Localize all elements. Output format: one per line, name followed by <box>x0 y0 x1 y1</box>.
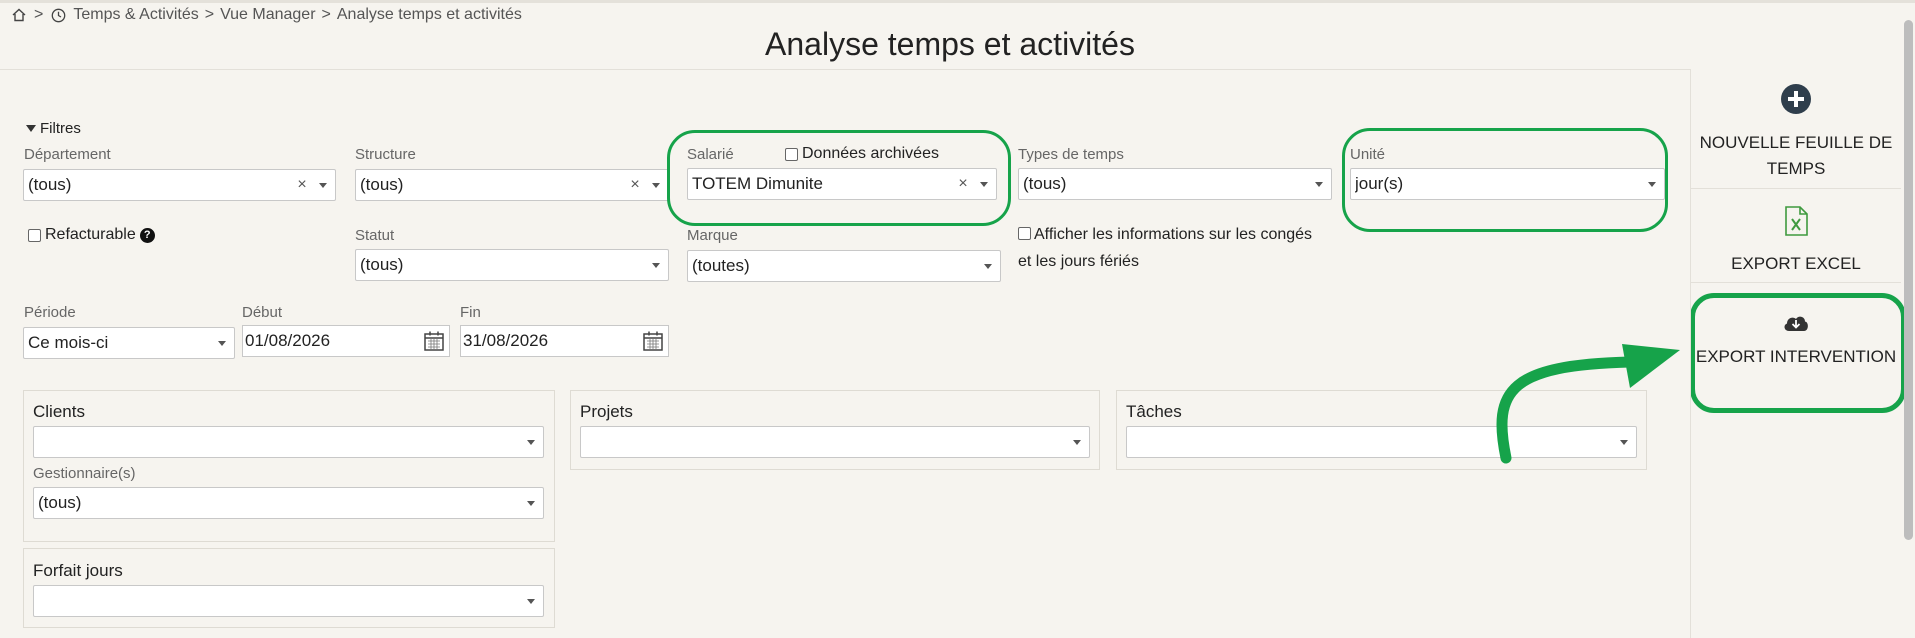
departement-label: Département <box>24 146 111 163</box>
breadcrumb-item-current: Analyse temps et activités <box>336 6 522 23</box>
taches-title: Tâches <box>1126 402 1182 421</box>
calendar-icon[interactable] <box>642 330 664 352</box>
chevron-down-icon <box>1315 181 1323 187</box>
chevron-down-icon <box>527 439 535 445</box>
export-excel-label: EXPORT EXCEL <box>1731 254 1861 273</box>
gestionnaires-value: (tous) <box>38 493 82 512</box>
marque-value: (toutes) <box>692 256 750 275</box>
calendar-icon[interactable] <box>423 330 445 352</box>
structure-label: Structure <box>355 146 416 163</box>
conges-label: Afficher les informations sur les congés… <box>1018 226 1313 270</box>
types-temps-value: (tous) <box>1023 174 1067 193</box>
chevron-down-icon <box>1073 439 1081 445</box>
structure-value: (tous) <box>360 175 404 194</box>
marque-select[interactable]: (toutes) <box>687 250 1001 282</box>
breadcrumb-item-temps-activites[interactable]: Temps & Activités <box>73 6 198 24</box>
forfait-select[interactable] <box>33 585 544 617</box>
debut-label: Début <box>242 304 283 321</box>
export-excel-button[interactable]: EXPORT EXCEL <box>1691 206 1901 277</box>
clients-select[interactable] <box>33 426 544 458</box>
filters-toggle-label: Filtres <box>40 120 81 137</box>
scrollbar[interactable] <box>1904 20 1913 540</box>
breadcrumb-item-vue-manager[interactable]: Vue Manager <box>220 6 315 24</box>
header-divider <box>0 69 1690 70</box>
gestionnaires-select[interactable]: (tous) <box>33 487 544 519</box>
chevron-down-icon <box>527 500 535 506</box>
statut-label: Statut <box>355 227 395 244</box>
excel-icon <box>1785 206 1808 236</box>
chevron-down-icon <box>527 598 535 604</box>
breadcrumb-separator: > <box>34 6 44 23</box>
new-time-sheet-label: NOUVELLE FEUILLE DE TEMPS <box>1699 133 1893 178</box>
projets-title: Projets <box>580 402 633 421</box>
plus-circle-icon <box>1781 84 1811 114</box>
export-intervention-button[interactable]: EXPORT INTERVENTION <box>1691 313 1901 367</box>
projets-select[interactable] <box>580 426 1090 458</box>
statut-value: (tous) <box>360 255 404 274</box>
departement-value: (tous) <box>28 175 72 194</box>
sidebar-divider <box>1691 282 1901 283</box>
breadcrumb-separator: > <box>204 6 215 23</box>
export-intervention-label: EXPORT INTERVENTION <box>1695 347 1897 366</box>
cloud-download-icon <box>1784 316 1808 331</box>
filters-toggle[interactable]: Filtres <box>26 120 81 137</box>
caret-down-icon <box>26 125 36 132</box>
checkbox-box[interactable] <box>1018 227 1031 240</box>
unite-highlight <box>1342 128 1668 232</box>
help-icon[interactable]: ? <box>139 227 155 243</box>
home-icon[interactable] <box>10 6 28 24</box>
checkbox-box[interactable] <box>28 228 41 242</box>
forfait-title: Forfait jours <box>33 561 123 580</box>
sidebar-divider <box>1691 188 1901 189</box>
structure-select[interactable]: (tous) × <box>355 169 669 201</box>
chevron-down-icon <box>984 263 992 269</box>
fin-date-input[interactable]: 31/08/2026 <box>460 325 669 357</box>
types-temps-select[interactable]: (tous) <box>1018 168 1332 200</box>
chevron-down-icon <box>218 340 226 346</box>
fin-value: 31/08/2026 <box>463 331 549 350</box>
chevron-down-icon <box>652 182 660 188</box>
marque-label: Marque <box>687 227 738 244</box>
breadcrumb: > Temps & Activités > Vue Manager > Anal… <box>10 5 522 25</box>
periode-select[interactable]: Ce mois-ci <box>23 327 235 359</box>
chevron-down-icon <box>652 262 660 268</box>
breadcrumb-separator: > <box>321 6 331 23</box>
clear-icon[interactable]: × <box>626 176 644 194</box>
conges-checkbox[interactable]: Afficher les informations sur les congés… <box>1018 221 1318 275</box>
periode-label: Période <box>24 304 76 321</box>
periode-value: Ce mois-ci <box>28 333 109 352</box>
chevron-down-icon <box>319 182 327 188</box>
clock-icon <box>49 6 67 24</box>
fin-label: Fin <box>460 304 481 321</box>
departement-select[interactable]: (tous) × <box>23 169 336 201</box>
statut-select[interactable]: (tous) <box>355 249 669 281</box>
clients-title: Clients <box>33 402 85 421</box>
clear-icon[interactable]: × <box>293 176 311 194</box>
refacturable-label: Refacturable <box>45 226 136 243</box>
debut-date-input[interactable]: 01/08/2026 <box>242 325 450 357</box>
debut-value: 01/08/2026 <box>245 331 331 350</box>
new-time-sheet-button[interactable]: NOUVELLE FEUILLE DE TEMPS <box>1691 83 1901 182</box>
top-border <box>0 0 1915 3</box>
refacturable-checkbox[interactable]: Refacturable ? <box>28 226 155 244</box>
annotation-arrow <box>1496 344 1680 464</box>
page-title: Analyse temps et activités <box>765 26 1135 62</box>
gestionnaires-label: Gestionnaire(s) <box>33 465 136 482</box>
salarie-highlight <box>667 130 1011 226</box>
action-sidebar: NOUVELLE FEUILLE DE TEMPS EXPORT EXCEL E… <box>1690 69 1901 638</box>
types-temps-label: Types de temps <box>1018 146 1124 163</box>
